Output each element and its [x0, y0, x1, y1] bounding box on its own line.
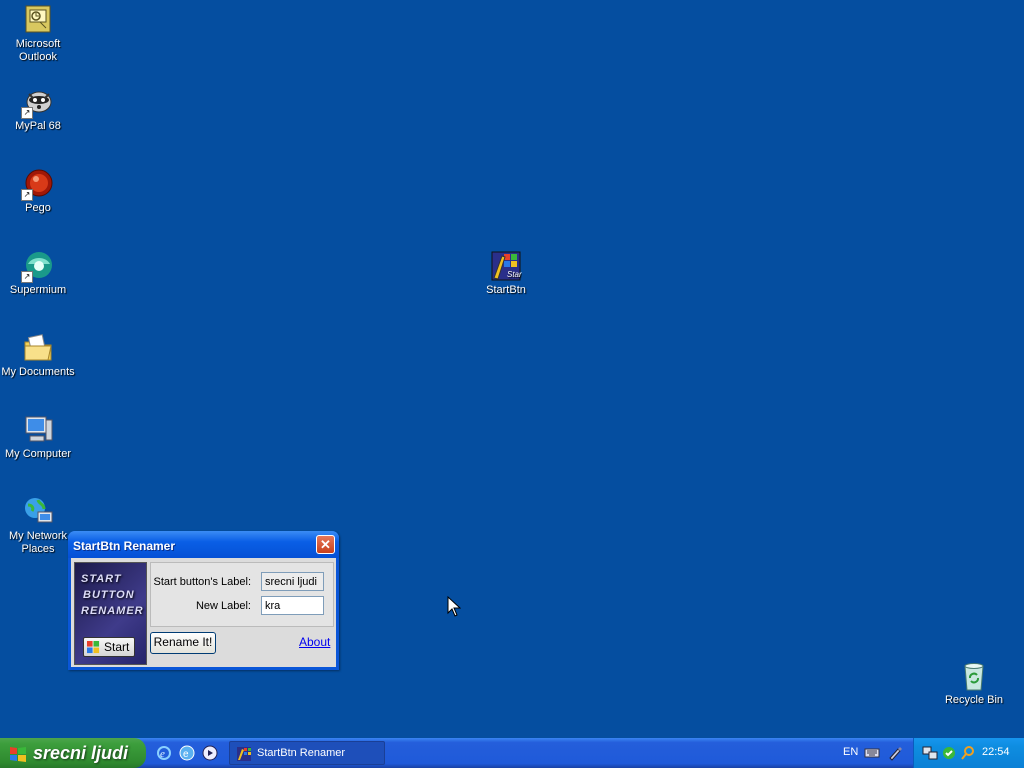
- close-icon: ✕: [320, 537, 331, 552]
- desktop-icon-pego[interactable]: ↗ Pego: [0, 168, 76, 215]
- mouse-cursor-icon: [447, 596, 461, 617]
- pen-icon[interactable]: [887, 745, 903, 761]
- startbtn-renamer-window[interactable]: StartBtn Renamer ✕ START BUTTON RENAMER …: [68, 531, 339, 670]
- windows-flag-icon: [10, 747, 26, 762]
- rename-button[interactable]: Rename It!: [150, 632, 216, 654]
- desktop-icon-recycle-bin[interactable]: Recycle Bin: [936, 660, 1012, 707]
- new-label-field[interactable]: [261, 596, 324, 615]
- svg-text:Start: Start: [507, 270, 522, 279]
- clock[interactable]: 22:54: [982, 746, 1010, 758]
- internet-explorer-icon[interactable]: e: [156, 745, 172, 761]
- folder-icon: [22, 332, 54, 364]
- logo-start-button-preview: Start: [83, 637, 135, 657]
- desktop-icon-startbtn[interactable]: Start StartBtn: [468, 250, 544, 297]
- taskbar: srecni ljudi e e StartBtn Renamer EN 22:…: [0, 738, 1024, 768]
- startbtn-icon: [237, 747, 251, 761]
- new-label-caption: New Label:: [195, 600, 251, 612]
- search-tray-icon[interactable]: [960, 745, 976, 761]
- logo-line: START: [81, 573, 122, 585]
- language-indicator[interactable]: EN: [843, 746, 858, 758]
- desktop-icon-supermium[interactable]: ↗ Supermium: [0, 250, 76, 297]
- shortcut-arrow-icon: ↗: [21, 189, 33, 201]
- start-button[interactable]: srecni ljudi: [0, 738, 146, 768]
- logo-line: RENAMER: [81, 605, 144, 617]
- desktop-icon-my-network-places[interactable]: My Network Places: [0, 496, 76, 556]
- desktop-icon-my-documents[interactable]: My Documents: [0, 332, 76, 379]
- shortcut-arrow-icon: ↗: [21, 107, 33, 119]
- windows-flag-icon: [87, 641, 100, 654]
- system-tray: 22:54: [913, 738, 1024, 768]
- desktop-icon-mypal[interactable]: ↗ MyPal 68: [0, 86, 76, 133]
- desktop-icon-label: Recycle Bin: [944, 694, 1004, 706]
- window-titlebar[interactable]: StartBtn Renamer ✕: [68, 531, 339, 558]
- window-title: StartBtn Renamer: [73, 539, 176, 553]
- outlook-express-icon[interactable]: e: [179, 745, 195, 761]
- desktop-icon-outlook[interactable]: Microsoft Outlook: [0, 4, 76, 64]
- logo-text: START BUTTON RENAMER: [81, 571, 144, 619]
- outlook-icon: [22, 4, 54, 36]
- label-fields-panel: Start button's Label: New Label:: [150, 562, 334, 627]
- logo-line: BUTTON: [83, 589, 135, 601]
- taskbar-button-label: StartBtn Renamer: [257, 747, 346, 759]
- startbtn-icon: Start: [490, 250, 525, 282]
- desktop-icon-label: My Computer: [4, 448, 72, 460]
- mypal-icon: ↗: [21, 86, 54, 119]
- desktop-icon-label: My Network Places: [8, 530, 68, 555]
- shortcut-arrow-icon: ↗: [21, 271, 33, 283]
- about-link[interactable]: About: [299, 635, 330, 649]
- desktop-icon-label: MyPal 68: [15, 120, 61, 132]
- svg-text:e: e: [160, 748, 165, 760]
- svg-text:e: e: [183, 749, 189, 760]
- logo-start-label: Start: [104, 640, 130, 654]
- desktop-icon-label: StartBtn: [486, 284, 526, 296]
- desktop-icon-my-computer[interactable]: My Computer: [0, 414, 76, 461]
- desktop-icon-label: Microsoft Outlook: [15, 38, 61, 63]
- app-logo: START BUTTON RENAMER Start: [74, 562, 147, 665]
- start-button-label: srecni ljudi: [33, 743, 129, 763]
- update-tray-icon[interactable]: [941, 745, 957, 761]
- desktop-icon-label: Pego: [25, 202, 51, 214]
- current-label-caption: Start button's Label:: [153, 576, 252, 588]
- window-client-area: START BUTTON RENAMER Start Start button'…: [71, 558, 336, 667]
- desktop-icon-label: Supermium: [9, 284, 67, 296]
- computer-icon: [22, 414, 54, 446]
- close-button[interactable]: ✕: [316, 535, 335, 554]
- supermium-icon: ↗: [21, 250, 54, 283]
- network-tray-icon[interactable]: [922, 745, 938, 761]
- network-icon: [22, 496, 54, 528]
- current-label-field[interactable]: [261, 572, 324, 591]
- desktop-icon-label: My Documents: [1, 366, 75, 378]
- media-player-icon[interactable]: [202, 745, 218, 761]
- keyboard-icon[interactable]: [864, 745, 880, 761]
- taskbar-button-startbtn-renamer[interactable]: StartBtn Renamer: [229, 741, 385, 765]
- recycle-bin-icon: [958, 660, 990, 692]
- pego-icon: ↗: [21, 168, 54, 201]
